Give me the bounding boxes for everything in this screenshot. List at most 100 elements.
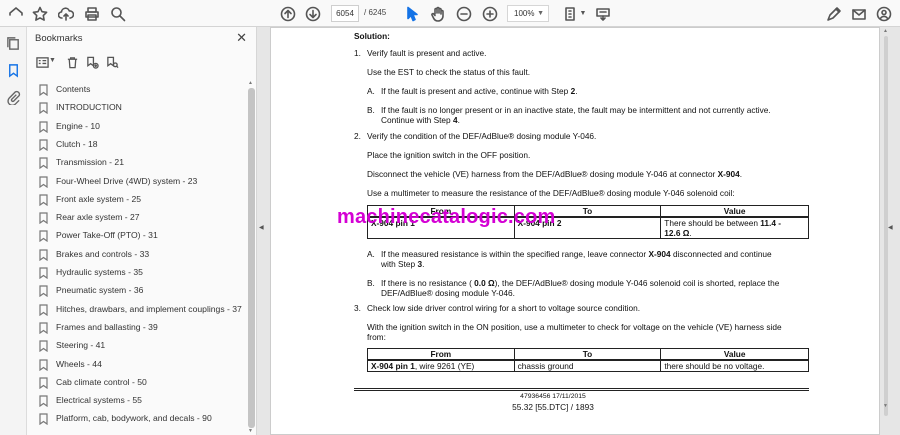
bookmark-item[interactable]: Platform, cab, bodywork, and decals - 90 [39,410,212,426]
home-icon[interactable] [5,3,26,24]
table-cell: chassis ground [513,359,662,372]
step-paragraph: Disconnect the vehicle (VE) harness from… [367,169,742,179]
next-page-icon[interactable] [302,3,323,24]
bookmark-icon [39,193,48,206]
bookmark-label: Cab climate control - 50 [56,376,147,387]
panel-scroll-up-icon[interactable]: ▲ [248,80,253,86]
paragraph-main: Disconnect the vehicle (VE) harness from… [367,169,718,179]
bookmark-label: Pneumatic system - 36 [56,285,144,296]
resistance-value: 0.0 Ω [474,278,495,288]
previous-page-icon[interactable] [277,3,298,24]
bookmark-item[interactable]: Electrical systems - 55 [39,392,142,408]
zoom-out-icon[interactable] [453,3,474,24]
panel-scroll-down-icon[interactable]: ▼ [248,428,253,434]
doc-scrollbar-thumb[interactable] [884,36,888,416]
panel-scrollbar-thumb[interactable] [248,88,255,428]
find-bookmark-icon[interactable] [103,53,121,71]
step-text: Verify fault is present and active. [367,48,487,58]
step-paragraph: Place the ignition switch in the OFF pos… [367,150,531,160]
bookmark-item[interactable]: Power Take-Off (PTO) - 31 [39,227,158,243]
doc-scroll-down-icon[interactable]: ▼ [883,403,888,409]
bookmark-icon [39,229,48,243]
bookmark-label: Hydraulic systems - 35 [56,267,143,277]
bookmark-label: Steering - 41 [56,340,106,351]
wire-ref: , wire 9261 (YE) [414,361,475,371]
bookmark-item[interactable]: Cab climate control - 50 [39,374,147,390]
step-paragraph: Use the EST to check the status of this … [367,67,531,77]
zoom-in-icon[interactable] [479,3,500,24]
substep-letter: A. [367,86,375,96]
close-icon[interactable]: ✕ [236,30,247,46]
bookmarks-panel-icon[interactable] [3,60,24,81]
zoom-select[interactable]: 100% ▼ [507,5,549,22]
step-paragraph: Use a multimeter to measure the resistan… [367,188,735,198]
substep-text: If the fault is present and active, cont… [381,86,578,96]
page-number-input[interactable]: 6054 [331,5,359,22]
bookmark-icon [39,266,48,280]
bookmark-label: Wheels - 44 [56,358,102,369]
add-bookmark-icon[interactable] [83,53,101,71]
bookmark-star-icon[interactable] [29,3,50,24]
bookmark-item[interactable]: Frames and ballasting - 39 [39,319,158,335]
step-number: 1. [354,48,361,58]
substep-text-line2: with Step 3. [381,259,424,269]
print-icon[interactable] [81,3,102,24]
table-header-row: From To Value [367,348,809,361]
bookmark-item[interactable]: Hitches, drawbars, and implement couplin… [39,301,242,317]
email-icon[interactable] [848,3,869,24]
search-icon[interactable] [107,3,128,24]
sign-pen-icon[interactable] [823,3,844,24]
step-text: Verify the condition of the DEF/AdBlue® … [367,131,597,141]
substep-text-line2: Continue with Step 4. [381,115,460,125]
zoom-value: 100% [514,9,535,18]
bookmark-item[interactable]: INTRODUCTION [39,99,122,115]
attachments-icon[interactable] [3,87,24,108]
substep-text-post: ), the DEF/AdBlue® dosing module Y-046 s… [494,278,780,288]
account-icon[interactable] [873,3,894,24]
bookmark-item[interactable]: Engine - 10 [39,118,100,134]
bookmark-label: Hitches, drawbars, and implement couplin… [56,303,242,314]
bookmark-item[interactable]: Transmission - 21 [39,154,124,170]
bookmark-item[interactable]: Hydraulic systems - 35 [39,264,143,280]
bookmark-icon [39,284,48,298]
bookmark-item[interactable]: Four-Wheel Drive (4WD) system - 23 [39,173,197,189]
hand-tool-icon[interactable] [427,3,448,24]
page-thumbnails-icon[interactable] [3,33,24,54]
bookmark-item[interactable]: Contents [39,81,90,97]
connector-ref: X-904 [648,249,671,259]
pin-ref: X-904 pin 1 [371,361,415,371]
select-cursor-icon[interactable] [401,3,422,24]
bookmark-item[interactable]: Wheels - 44 [39,356,102,372]
value-range: 11.4 - [760,218,782,228]
bookmark-label: Engine - 10 [56,120,100,131]
bookmark-item[interactable]: Front axle system - 25 [39,191,141,207]
bookmark-label: Frames and ballasting - 39 [56,321,158,332]
bookmark-item[interactable]: Steering - 41 [39,337,105,353]
bookmark-icon [39,358,48,371]
bookmark-label: Rear axle system - 27 [56,212,140,223]
bookmark-label: Front axle system - 25 [56,193,142,204]
bookmark-icon [39,394,48,408]
bookmark-label: Power Take-Off (PTO) - 31 [56,230,158,241]
substep-letter: B. [367,278,375,288]
doc-scroll-up-icon[interactable]: ▲ [883,28,888,34]
substep-text-end: . [457,115,460,125]
collapse-panel-icon[interactable]: ◀ [259,224,264,231]
upload-cloud-icon[interactable] [55,3,76,24]
comment-tool-icon[interactable] [592,3,613,24]
page-total: / 6245 [364,8,387,17]
expand-right-pane-icon[interactable]: ◀ [888,224,893,231]
bookmark-icon [39,83,48,97]
table-cell: X-904 pin 1, wire 9261 (YE) [367,359,515,372]
delete-bookmark-icon[interactable] [63,53,81,71]
bookmark-label: INTRODUCTION [56,102,122,113]
options-caret-icon[interactable]: ▼ [49,57,56,64]
bookmark-icon [39,211,48,225]
paragraph-end: . [739,169,743,179]
bookmark-label: Platform, cab, bodywork, and decals - 90 [56,413,212,424]
bookmark-item[interactable]: Clutch - 18 [39,136,98,152]
page-fit-dropdown-icon[interactable]: ▼ [578,3,588,24]
bookmark-item[interactable]: Pneumatic system - 36 [39,282,143,298]
bookmark-item[interactable]: Rear axle system - 27 [39,209,140,225]
bookmark-item[interactable]: Brakes and controls - 33 [39,246,149,262]
